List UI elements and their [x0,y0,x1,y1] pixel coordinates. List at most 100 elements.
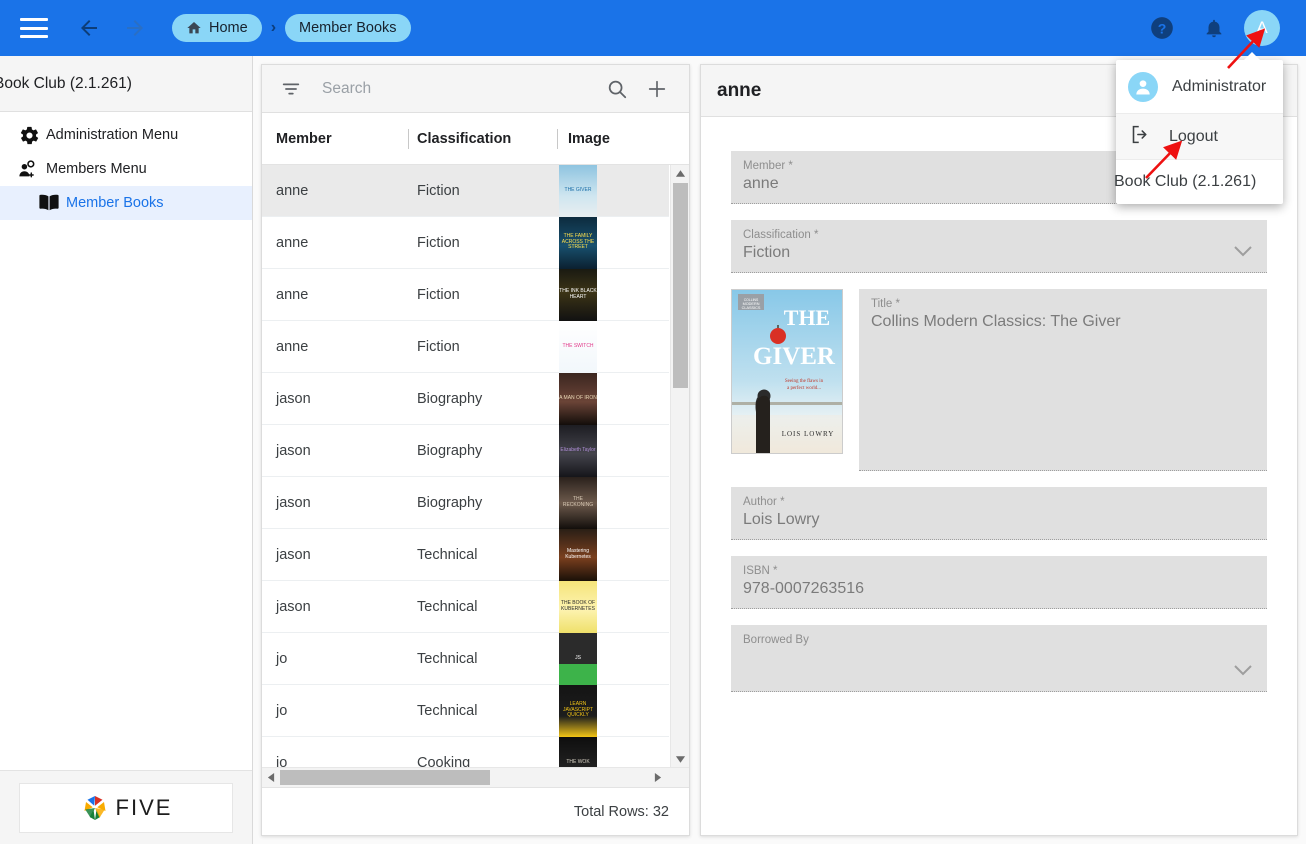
plus-icon[interactable] [637,78,677,100]
column-header-image[interactable]: Image [558,113,689,164]
borrowed-by-field-label: Borrowed By [743,634,809,646]
author-field[interactable]: Author * Lois Lowry [731,487,1267,540]
cover-and-title-row: COLLINS MODERN CLASSICS THE GIVER Seeing… [731,289,1267,471]
svg-text:Seeing the flaws in: Seeing the flaws in [785,379,824,384]
scroll-up-icon[interactable] [671,165,689,181]
arrow-right-icon[interactable] [118,11,152,45]
notification-bell-icon[interactable] [1192,6,1236,50]
search-icon[interactable] [597,78,637,100]
cell-classification: Biography [417,390,483,407]
sidebar-item-label: Member Books [66,195,164,211]
filter-icon[interactable] [274,78,308,100]
table-row[interactable]: jason Technical THE BOOK OF KUBERNETES [262,580,669,633]
cell-member: anne [276,286,309,303]
scroll-right-icon[interactable] [649,772,667,783]
svg-text:GIVER: GIVER [753,343,836,370]
cell-classification: Biography [417,494,483,511]
table-row[interactable]: anne Fiction THE INK BLACK HEART [262,268,669,321]
title-field[interactable]: Title * Collins Modern Classics: The Giv… [859,289,1267,471]
sidebar-item-members-menu[interactable]: Members Menu [0,152,252,186]
borrowed-by-field[interactable]: Borrowed By [731,625,1267,692]
user-name-label: Administrator [1172,77,1267,95]
cell-member: anne [276,234,309,251]
book-cover-thumbnail: THE SWITCH [559,320,597,373]
cell-classification: Fiction [417,234,460,251]
book-cover-thumbnail: Mastering Kubernetes [559,528,597,581]
svg-text:THE: THE [784,305,830,330]
scroll-left-icon[interactable] [262,772,280,783]
sidebar-item-label: Members Menu [46,161,147,177]
vertical-scroll-thumb[interactable] [673,183,688,388]
column-header-member[interactable]: Member [262,113,408,164]
horizontal-scroll-thumb[interactable] [280,770,490,785]
cell-member: jo [276,650,288,667]
cell-image: THE WOK [557,736,669,767]
avatar[interactable]: A [1244,10,1280,46]
user-dropdown-menu: Administrator Logout Book Club (2.1.261) [1114,52,1283,204]
table-row[interactable]: jason Biography Elizabeth Taylor [262,424,669,477]
breadcrumb-home-label: Home [209,20,248,36]
top-app-bar: Home › Member Books ? A [0,0,1306,56]
table-rows: anne Fiction THE GIVER anne Fiction THE FAMIL… [262,165,669,767]
hamburger-icon[interactable] [20,18,48,38]
menu-item-user[interactable]: Administrator [1116,60,1283,114]
cell-classification: Biography [417,442,483,459]
breadcrumb-member-books-label: Member Books [299,20,397,36]
table-row[interactable]: jo Technical LEARN JAVASCRIPT QUICKLY [262,684,669,737]
book-open-icon [32,193,66,213]
cell-classification: Cooking [417,754,471,768]
book-cover-thumbnail: A MAN OF IRON [559,372,597,425]
pinwheel-icon [84,795,106,820]
cell-image: A MAN OF IRON [557,372,669,425]
svg-text:LOIS LOWRY: LOIS LOWRY [782,430,835,438]
list-horizontal-scrollbar[interactable] [262,767,689,787]
five-logo-text: FIVE [115,794,173,820]
scrollbar-corner [669,768,689,787]
table-row[interactable]: jo Cooking THE WOK [262,736,669,768]
sidebar-item-administration-menu[interactable]: Administration Menu [0,118,252,152]
book-cover-thumbnail: Elizabeth Taylor [559,424,597,477]
search-input[interactable] [308,79,597,98]
table-row[interactable]: jason Biography THE RECKONING [262,476,669,529]
table-row[interactable]: anne Fiction THE SWITCH [262,320,669,373]
book-cover-thumbnail: THE INK BLACK HEART [559,268,597,321]
cell-member: jason [276,442,311,459]
classification-field[interactable]: Classification * Fiction [731,220,1267,273]
svg-text:a perfect world...: a perfect world... [787,386,821,391]
table-row[interactable]: jason Technical Mastering Kubernetes [262,528,669,581]
table-row[interactable]: jason Biography A MAN OF IRON [262,372,669,425]
table-row[interactable]: anne Fiction THE FAMILY ACROSS THE STREET [262,216,669,269]
table-row[interactable]: jo Technical JS [262,632,669,685]
sidebar: Book Club (2.1.261) Administration Menu [0,56,253,844]
topbar-actions: ? A [1140,0,1306,56]
cell-image: LEARN JAVASCRIPT QUICKLY [557,684,669,737]
cell-classification: Fiction [417,182,460,199]
svg-text:CLASSICS: CLASSICS [742,306,761,310]
detail-form: Member * anne Classification * Fiction C… [701,117,1297,835]
cell-member: jason [276,390,311,407]
sidebar-item-member-books[interactable]: Member Books [0,186,252,220]
menu-item-logout[interactable]: Logout [1116,114,1283,160]
cell-image: THE FAMILY ACROSS THE STREET [557,216,669,269]
cell-image: Elizabeth Taylor [557,424,669,477]
classification-field-label: Classification * [743,229,819,241]
book-cover-image: COLLINS MODERN CLASSICS THE GIVER Seeing… [731,289,843,454]
breadcrumb-item-member-books[interactable]: Member Books [285,14,411,42]
table-row[interactable]: anne Fiction THE GIVER [262,165,669,217]
arrow-left-icon[interactable] [72,11,106,45]
help-circle-icon[interactable]: ? [1140,6,1184,50]
sidebar-item-label: Administration Menu [46,127,179,143]
list-vertical-scrollbar[interactable] [670,165,689,767]
breadcrumb-item-home[interactable]: Home [172,14,262,42]
home-icon [186,20,202,36]
book-cover-thumbnail: JS [559,632,597,685]
cell-classification: Fiction [417,338,460,355]
column-header-classification[interactable]: Classification [409,113,557,164]
user-avatar-icon [1128,71,1158,102]
isbn-field[interactable]: ISBN * 978-0007263516 [731,556,1267,609]
scroll-down-icon[interactable] [671,751,689,767]
book-cover-thumbnail: THE RECKONING [559,476,597,529]
book-cover-thumbnail: THE GIVER [559,165,597,217]
book-cover-thumbnail: THE WOK [559,736,597,767]
cell-classification: Fiction [417,286,460,303]
